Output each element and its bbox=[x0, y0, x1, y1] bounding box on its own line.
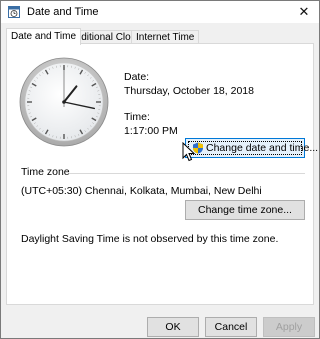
apply-button[interactable]: Apply bbox=[263, 317, 315, 337]
change-date-time-label: Change date and time... bbox=[206, 142, 319, 154]
dst-note: Daylight Saving Time is not observed by … bbox=[21, 233, 279, 245]
timezone-heading: Time zone bbox=[21, 166, 70, 178]
change-timezone-button[interactable]: Change time zone... bbox=[185, 200, 305, 220]
tab-panel: Date: Thursday, October 18, 2018 Time: 1… bbox=[6, 43, 318, 305]
mouse-cursor-icon bbox=[182, 142, 196, 162]
timezone-value: (UTC+05:30) Chennai, Kolkata, Mumbai, Ne… bbox=[21, 185, 262, 197]
tab-date-and-time[interactable]: Date and Time bbox=[6, 28, 82, 45]
close-button[interactable]: ✕ bbox=[289, 1, 319, 23]
timezone-divider bbox=[69, 173, 305, 174]
change-date-time-button[interactable]: Change date and time... bbox=[185, 138, 318, 158]
cancel-button[interactable]: Cancel bbox=[205, 317, 257, 337]
clock-app-icon bbox=[8, 6, 20, 18]
analog-clock bbox=[19, 57, 109, 147]
window-title: Date and Time bbox=[27, 6, 99, 18]
title-bar[interactable]: Date and Time ✕ bbox=[1, 1, 319, 23]
ok-button[interactable]: OK bbox=[147, 317, 199, 337]
date-value: Thursday, October 18, 2018 bbox=[124, 85, 254, 97]
date-time-dialog: Date and Time ✕ Date and Time Additional… bbox=[0, 0, 320, 339]
time-label: Time: bbox=[124, 111, 150, 123]
date-label: Date: bbox=[124, 71, 150, 83]
time-value: 1:17:00 PM bbox=[124, 125, 178, 137]
tab-internet-time[interactable]: Internet Time bbox=[131, 30, 200, 44]
tab-strip: Date and Time Additional Clocks Internet… bbox=[6, 28, 314, 45]
